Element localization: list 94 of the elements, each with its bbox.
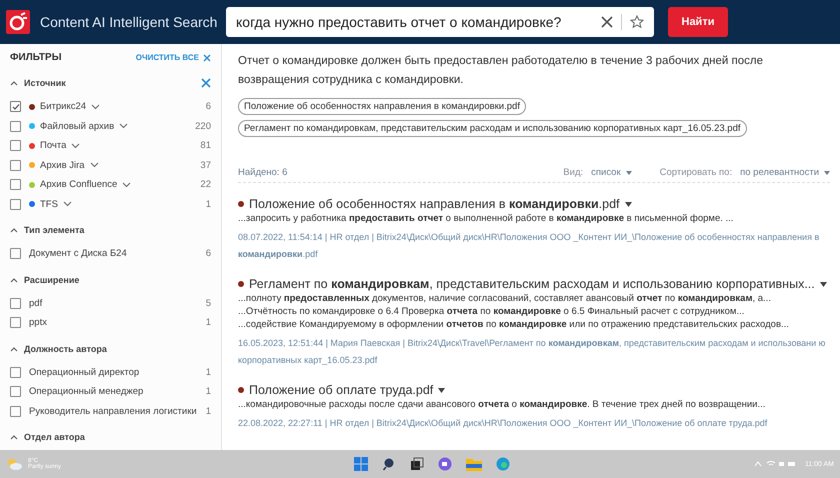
result-path: 08.07.2022, 11:54:14 | HR отдел | Bitrix24\Диск\Общий диск\HR\Положения ООО _Контент ИИ_\Положение об особенностях направления в командировки.pdf: [238, 231, 820, 261]
chevron-icon[interactable]: [90, 162, 99, 168]
chevron-icon[interactable]: [10, 346, 18, 352]
filter-label[interactable]: TFS: [40, 198, 58, 210]
filter-section-title[interactable]: Тип элемента: [24, 225, 84, 235]
result-title[interactable]: Положение об особенностях направления в командировки.pdf: [249, 197, 620, 211]
checkbox[interactable]: [10, 160, 21, 171]
chevron-icon[interactable]: [122, 182, 132, 188]
result-title[interactable]: Регламент по командировкам, представительским расходам и использованию корпоративных...: [249, 277, 815, 291]
result-snippet: ...запросить у работника предоставить отчет о выполненной работе в командировке в письменной форме. ...: [238, 213, 734, 224]
filter-count: 6: [206, 248, 211, 260]
filter-count: 220: [195, 120, 211, 132]
checkbox[interactable]: [10, 298, 21, 309]
caret-icon[interactable]: [438, 388, 446, 392]
filter-count: 1: [206, 198, 211, 210]
filter-label[interactable]: pptx: [29, 317, 47, 328]
view-label: Вид:: [563, 167, 584, 178]
filters-title: ФИЛЬТРЫ: [10, 52, 62, 63]
search-icon[interactable]: [382, 457, 396, 471]
star-icon[interactable]: [630, 15, 644, 29]
sort-label: Сортировать по:: [660, 167, 732, 178]
filter-label[interactable]: Операционный директор: [29, 366, 140, 378]
filter-label[interactable]: Битрикс24: [40, 101, 86, 112]
result-path: 16.05.2023, 12:51:44 | Мария Паевская | Bitrix24\Диск\Travel\Регламент по командировкам, представительским расходам и использовани ю корпоративных карт_16.05.23.pdf: [238, 337, 826, 367]
chevron-icon[interactable]: [10, 434, 18, 440]
result-title[interactable]: Положение об оплате труда.pdf: [249, 383, 434, 397]
checkbox[interactable]: [10, 140, 21, 152]
filter-count: 1: [206, 366, 211, 378]
filter-label[interactable]: Операционный менеджер: [29, 386, 144, 398]
bullet-dot: [238, 201, 244, 207]
caret-icon[interactable]: [824, 170, 830, 174]
chevron-icon[interactable]: [10, 227, 18, 233]
logo-icon: [6, 10, 30, 34]
close-icon[interactable]: [203, 54, 211, 62]
windows-icon[interactable]: [354, 457, 368, 471]
checkbox[interactable]: [10, 198, 21, 210]
view-dropdown[interactable]: список: [591, 167, 632, 178]
checkbox[interactable]: [10, 179, 21, 190]
filter-label[interactable]: Документ с Диска Б24: [29, 248, 127, 260]
checkbox[interactable]: [10, 248, 21, 260]
result-snippet: ...содействие Командируемому в оформлении отчетов по командировке или по отражению представительских расходов...: [238, 319, 790, 330]
filter-count: 37: [200, 160, 211, 171]
filter-count: 1: [206, 386, 211, 398]
chevron-icon[interactable]: [91, 104, 100, 110]
filter-label[interactable]: Архив Confluence: [40, 179, 118, 190]
caret-icon[interactable]: [820, 282, 827, 286]
filter-section-title[interactable]: Отдел автора: [24, 432, 85, 442]
checkbox[interactable]: [10, 120, 21, 132]
bullet-dot: [238, 387, 244, 393]
filter-label[interactable]: Файловый архив: [40, 120, 114, 132]
checkbox[interactable]: [10, 366, 21, 378]
chevron-icon[interactable]: [10, 80, 18, 86]
filter-section-title[interactable]: Расширение: [24, 274, 80, 284]
chat-icon[interactable]: [438, 457, 452, 471]
caret-icon[interactable]: [626, 170, 632, 174]
result-snippet: ...полноту предоставленных документов, наличие согласований, составляет авансовый отчет по командировкам, а...: [238, 293, 772, 304]
checkbox[interactable]: [10, 386, 21, 398]
filter-count: 5: [206, 298, 211, 309]
result-snippet: ...командировочные расходы после сдачи авансового отчета о командировке. В течение трех дней по возвращении...: [238, 399, 766, 410]
filter-count: 81: [200, 140, 211, 152]
app-title: Content AI Intelligent Search: [40, 14, 218, 30]
chevron-icon[interactable]: [119, 123, 128, 130]
checkbox[interactable]: [10, 406, 21, 417]
bullet-dot: [238, 281, 244, 287]
filter-label[interactable]: Почта: [40, 140, 66, 152]
filter-count: 22: [200, 179, 211, 190]
filter-count: 1: [206, 317, 211, 328]
clear-icon[interactable]: [601, 16, 613, 28]
filter-count: 6: [206, 101, 211, 112]
source-chip[interactable]: Положение об особенностях направления в командировки.pdf: [238, 98, 526, 115]
chevron-icon[interactable]: [10, 276, 18, 282]
filter-label[interactable]: Архив Jira: [40, 160, 85, 171]
clear-icon[interactable]: [201, 78, 211, 88]
filter-label[interactable]: Руководитель направления логистики: [29, 406, 197, 417]
sort-dropdown[interactable]: по релевантности: [740, 167, 830, 178]
caret-icon[interactable]: [624, 202, 632, 206]
search-button[interactable]: Найти: [668, 7, 728, 37]
filter-label[interactable]: pdf: [29, 298, 42, 309]
windows-stack-icon[interactable]: [410, 457, 424, 471]
chevron-icon[interactable]: [62, 201, 72, 208]
results-count: Найдено: 6: [238, 167, 288, 178]
chevron-icon[interactable]: [71, 142, 80, 149]
source-chip[interactable]: Регламент по командировкам, представительским расходам и использованию корпоративных карт_16.05.23.pdf: [238, 120, 746, 137]
answer-text: Отчет о командировке должен быть предоставлен работодателю в течение 3 рабочих дней после возвращения сотрудника с командировки.: [238, 54, 764, 88]
search-field[interactable]: когда нужно предоставить отчет о командировке?: [226, 7, 654, 37]
result-path: 22.08.2022, 22:27:11 | HR отдел | Bitrix24\Диск\Общий диск\HR\Положения ООО _Контент ИИ_\Положение об оплате труда.pdf: [238, 417, 768, 430]
checkbox[interactable]: [10, 101, 21, 112]
folder-icon[interactable]: [466, 457, 482, 471]
search-query[interactable]: когда нужно предоставить отчет о командировке?: [236, 14, 593, 30]
filter-section-title[interactable]: Должность автора: [24, 344, 107, 354]
filter-count: 1: [206, 406, 211, 417]
filter-section-title[interactable]: Источник: [24, 78, 66, 88]
result-snippet: ...Отчётность по командировке о 6.4 Проверка отчета по командировке о 6.5 Финальный расчет с сотрудником...: [238, 306, 746, 317]
checkbox[interactable]: [10, 317, 21, 328]
